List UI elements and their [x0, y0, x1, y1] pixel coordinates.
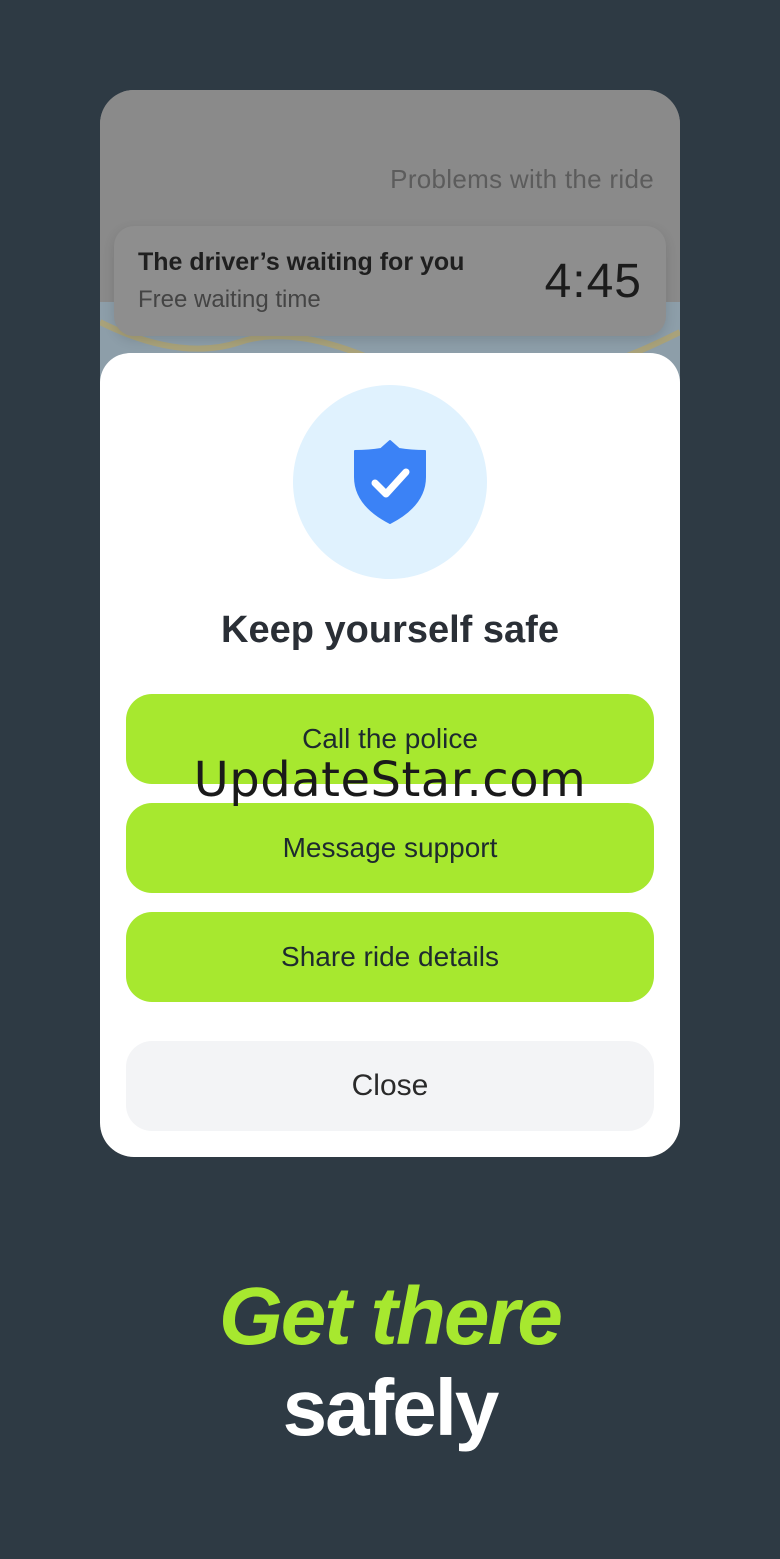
- driver-waiting-card: The driver’s waiting for you Free waitin…: [114, 226, 666, 336]
- shield-check-icon: [354, 440, 426, 524]
- promo-headline: Get there: [219, 1271, 563, 1362]
- close-button[interactable]: Close: [126, 1041, 654, 1131]
- phone-screen: Problems with the ride The driver’s wait…: [100, 90, 680, 1157]
- screen: Problems with the ride The driver’s wait…: [0, 0, 780, 1559]
- waiting-subtitle: Free waiting time: [138, 286, 321, 313]
- promo-subline: safely: [282, 1363, 500, 1452]
- safety-sheet: Keep yourself safe Call the police Messa…: [100, 353, 680, 1157]
- waiting-title: The driver’s waiting for you: [138, 248, 465, 276]
- waiting-timer: 4:45: [544, 255, 642, 308]
- sheet-title: Keep yourself safe: [221, 609, 559, 651]
- call-police-button[interactable]: Call the police: [126, 694, 654, 784]
- message-support-button[interactable]: Message support: [126, 803, 654, 893]
- shield-badge: [293, 385, 487, 579]
- share-ride-details-button[interactable]: Share ride details: [126, 912, 654, 1002]
- problems-with-ride-link[interactable]: Problems with the ride: [390, 164, 654, 195]
